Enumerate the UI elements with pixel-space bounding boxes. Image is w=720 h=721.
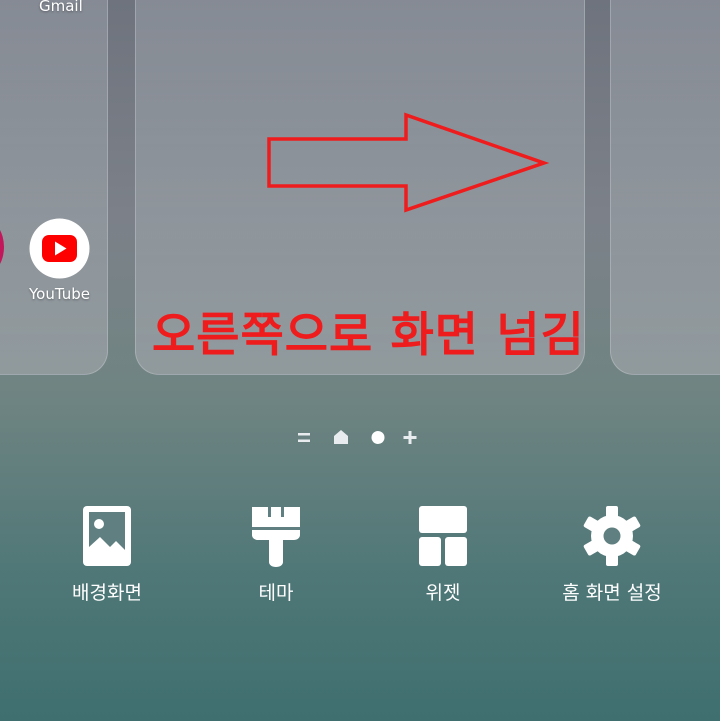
youtube-icon[interactable]	[29, 218, 90, 279]
theme-label: 테마	[258, 582, 294, 604]
wallpaper-label: 배경화면	[72, 582, 142, 604]
home-screen-settings-button[interactable]: 홈 화면 설정	[537, 505, 687, 615]
theme-button[interactable]: 테마	[201, 505, 351, 615]
add-page-icon[interactable]	[403, 431, 417, 444]
widget-icon	[419, 506, 467, 566]
swipe-right-caption: 오른쪽으로 화면 넘김	[152, 308, 585, 363]
gear-icon	[583, 506, 641, 566]
wallpaper-icon	[83, 506, 131, 566]
current-page-dot-icon[interactable]	[371, 431, 385, 444]
right-arrow-icon	[267, 112, 550, 213]
widget-button[interactable]: 위젯	[368, 505, 518, 615]
widget-label: 위젯	[425, 582, 461, 604]
home-page-icon[interactable]	[334, 430, 348, 444]
gmail-app-label[interactable]: Gmail	[39, 0, 83, 15]
home-page-card-next[interactable]	[610, 0, 720, 375]
partial-app-icon[interactable]	[0, 220, 6, 275]
home-page-card-previous[interactable]	[0, 0, 108, 375]
menu-lines-icon[interactable]	[298, 433, 310, 442]
theme-brush-icon	[252, 507, 300, 567]
home-screen-settings-label: 홈 화면 설정	[562, 582, 662, 604]
page-indicator-bar[interactable]	[295, 427, 425, 449]
youtube-app-label[interactable]: YouTube	[29, 285, 90, 303]
wallpaper-button[interactable]: 배경화면	[32, 505, 182, 615]
